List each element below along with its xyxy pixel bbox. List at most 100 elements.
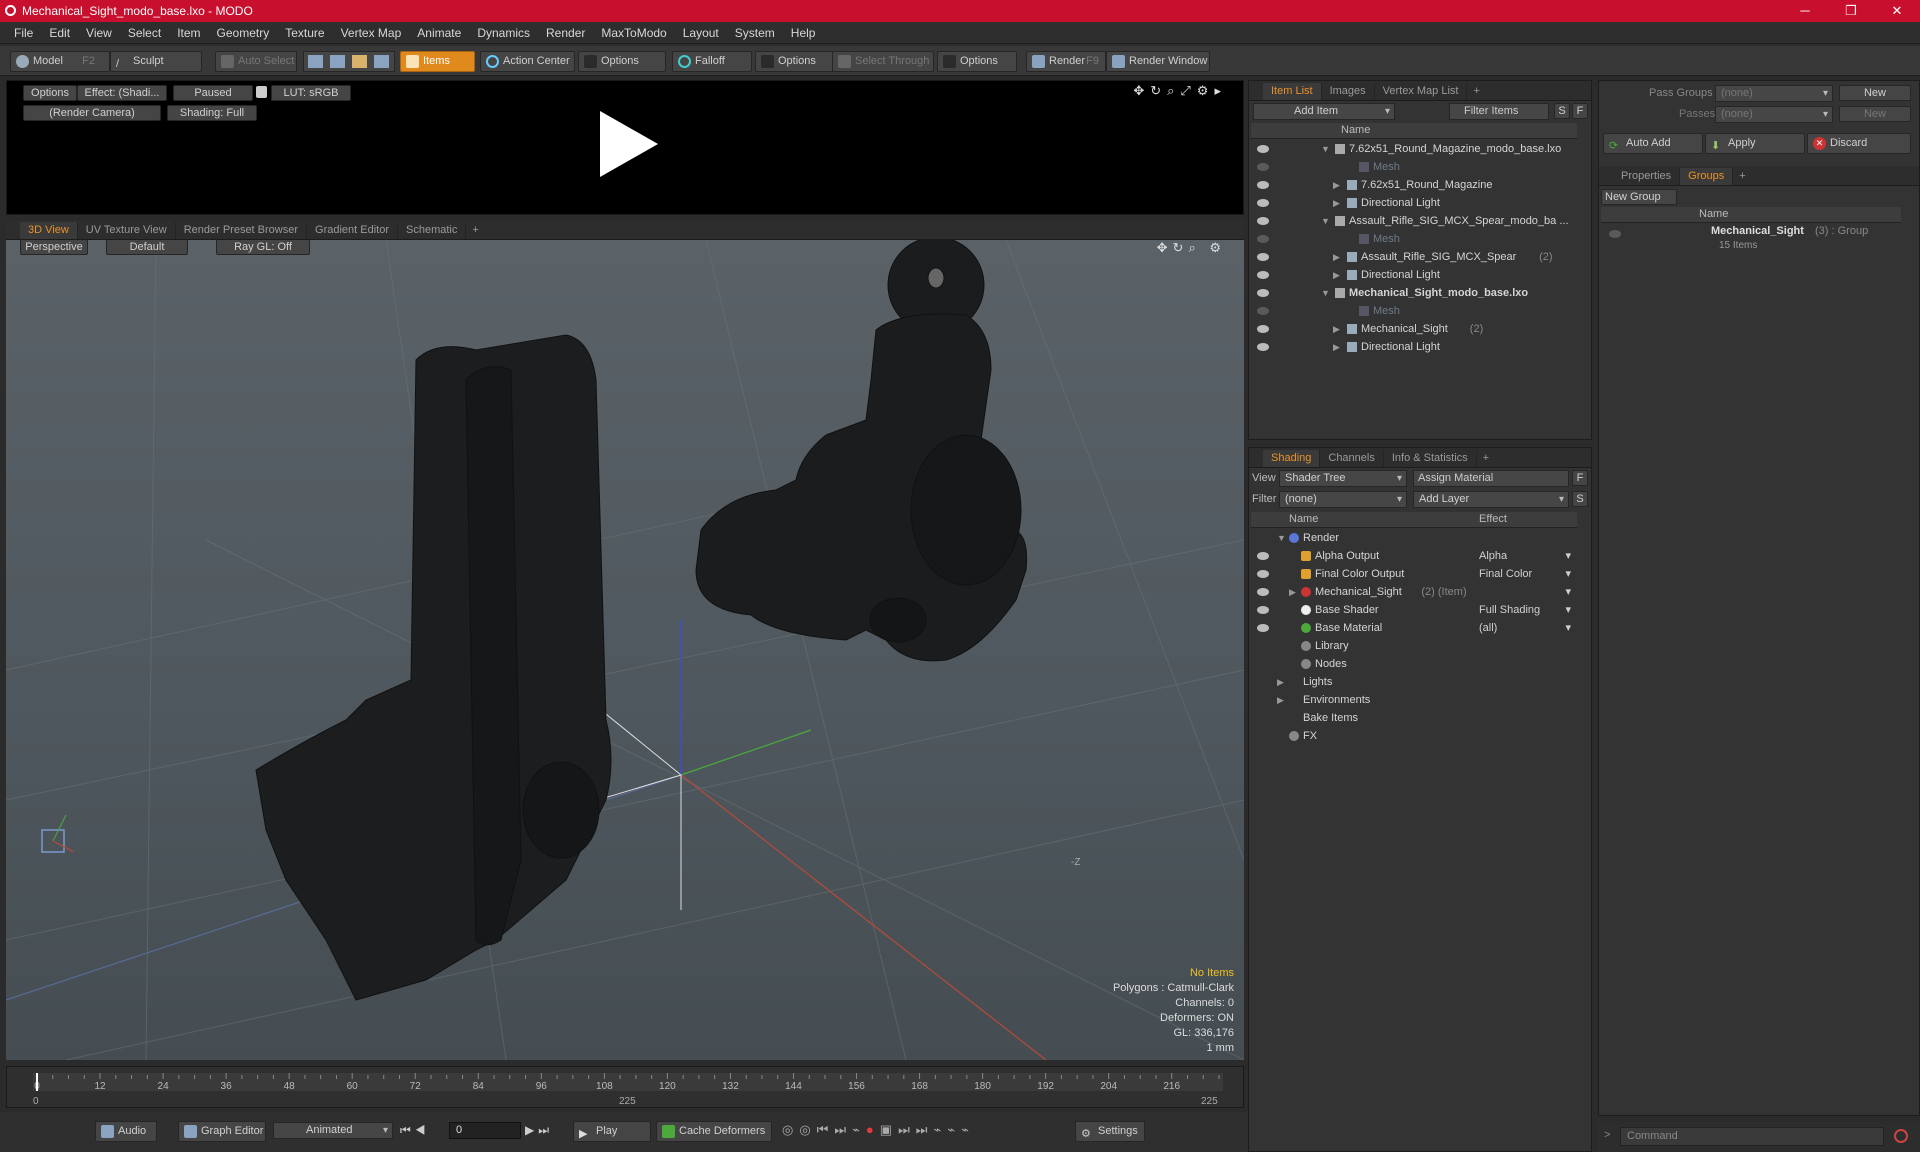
tab-gradient-editor[interactable]: Gradient Editor bbox=[307, 222, 398, 239]
eye-icon[interactable] bbox=[1257, 307, 1269, 315]
new-pass-group-button[interactable]: New bbox=[1839, 85, 1911, 101]
viewport-nav-icons[interactable]: ✥↻⌕ ⚙ bbox=[1157, 240, 1226, 256]
menu-file[interactable]: File bbox=[6, 26, 41, 40]
raygl-toggle[interactable]: Ray GL: Off bbox=[216, 240, 310, 255]
tab-uv-texture-view[interactable]: UV Texture View bbox=[78, 222, 176, 239]
expand-icon[interactable]: ▼ bbox=[1321, 140, 1330, 158]
effect-dropdown[interactable]: Final Color ▾ bbox=[1479, 565, 1575, 583]
render-button[interactable]: Render F9 bbox=[1026, 51, 1106, 72]
menu-animate[interactable]: Animate bbox=[409, 26, 469, 40]
record-icon[interactable] bbox=[1894, 1129, 1908, 1143]
item-s-button[interactable]: S bbox=[1554, 103, 1570, 119]
auto-select-button[interactable]: Auto Select bbox=[215, 51, 297, 72]
preview-options-button[interactable]: Options bbox=[23, 85, 77, 101]
skip-next-icons[interactable]: ▶⏭ bbox=[525, 1123, 553, 1138]
expand-icon[interactable]: ▶ bbox=[1277, 691, 1284, 709]
key-tools-icons[interactable]: ◎◎⏮⏭⌁●▣⏭⏭⌁⌁⌁ bbox=[782, 1122, 975, 1138]
animated-dropdown[interactable]: Animated bbox=[273, 1122, 393, 1139]
eye-icon[interactable] bbox=[1257, 235, 1269, 243]
eye-icon[interactable] bbox=[1257, 289, 1269, 297]
command-input[interactable]: Command bbox=[1620, 1127, 1884, 1146]
shader-row[interactable]: ▼ Render bbox=[1251, 529, 1577, 547]
filter-items-field[interactable]: Filter Items bbox=[1449, 103, 1549, 120]
effect-dropdown[interactable]: Effect: (Shadi... bbox=[77, 85, 167, 101]
tab-properties[interactable]: Properties bbox=[1613, 168, 1681, 185]
add-layer-dropdown[interactable]: Add Layer bbox=[1413, 491, 1569, 508]
lock-icon[interactable] bbox=[256, 86, 267, 98]
apply-button[interactable]: ⬇ Apply bbox=[1705, 133, 1805, 154]
add-tab-button[interactable]: + bbox=[466, 222, 484, 239]
collapse-icon[interactable]: ▶ bbox=[1333, 320, 1340, 338]
audio-button[interactable]: Audio bbox=[95, 1121, 157, 1142]
tab-groups[interactable]: Groups bbox=[1680, 168, 1734, 185]
shader-row[interactable]: FX bbox=[1251, 727, 1577, 745]
falloff-button[interactable]: Falloff bbox=[672, 51, 752, 72]
effect-dropdown[interactable]: Alpha ▾ bbox=[1479, 547, 1575, 565]
items-mode-button[interactable]: Items bbox=[400, 51, 475, 72]
graph-editor-button[interactable]: Graph Editor bbox=[178, 1121, 266, 1142]
tab-info-statistics[interactable]: Info & Statistics bbox=[1384, 450, 1477, 467]
action-center-button[interactable]: Action Center bbox=[480, 51, 575, 72]
tab-images[interactable]: Images bbox=[1322, 83, 1375, 100]
shader-row[interactable]: Alpha Output Alpha ▾ bbox=[1251, 547, 1577, 565]
tab-vertex-map-list[interactable]: Vertex Map List bbox=[1375, 83, 1468, 100]
default-style-dropdown[interactable]: Default bbox=[106, 240, 188, 255]
discard-button[interactable]: ✕ Discard bbox=[1807, 133, 1911, 154]
item-row[interactable]: ▶ Directional Light bbox=[1251, 194, 1577, 212]
menu-render[interactable]: Render bbox=[538, 26, 593, 40]
settings-button[interactable]: ⚙ Settings bbox=[1075, 1121, 1145, 1142]
eye-icon[interactable] bbox=[1257, 606, 1269, 614]
shader-row[interactable]: Final Color Output Final Color ▾ bbox=[1251, 565, 1577, 583]
tab-render-preset-browser[interactable]: Render Preset Browser bbox=[176, 222, 308, 239]
new-group-button[interactable]: New Group bbox=[1601, 189, 1677, 205]
render-window-button[interactable]: Render Window bbox=[1106, 51, 1210, 72]
shader-row[interactable]: Nodes bbox=[1251, 655, 1577, 673]
shader-row[interactable]: Base Shader Full Shading ▾ bbox=[1251, 601, 1577, 619]
play-button[interactable]: ▶ Play bbox=[573, 1121, 651, 1142]
maximize-button[interactable]: ❐ bbox=[1828, 0, 1874, 22]
eye-icon[interactable] bbox=[1257, 199, 1269, 207]
minimize-button[interactable]: ─ bbox=[1782, 0, 1828, 22]
add-tab-button[interactable]: + bbox=[1477, 450, 1495, 467]
edge-mode-icon[interactable] bbox=[330, 55, 345, 68]
menu-dynamics[interactable]: Dynamics bbox=[469, 26, 538, 40]
effect-dropdown[interactable]: Full Shading ▾ bbox=[1479, 601, 1575, 619]
item-row[interactable]: ▼ Assault_Rifle_SIG_MCX_Spear_modo_ba ... bbox=[1251, 212, 1577, 230]
eye-icon[interactable] bbox=[1257, 217, 1269, 225]
collapse-icon[interactable]: ▶ bbox=[1333, 248, 1340, 266]
play-icon[interactable] bbox=[592, 109, 662, 179]
polygon-mode-icon[interactable] bbox=[352, 55, 367, 68]
eye-icon[interactable] bbox=[1257, 624, 1269, 632]
expand-icon[interactable]: ▶ bbox=[1289, 583, 1296, 601]
group-row[interactable]: Mechanical_Sight (3) : Group 15 Items bbox=[1601, 224, 1901, 256]
menu-vertex-map[interactable]: Vertex Map bbox=[333, 26, 410, 40]
eye-icon[interactable] bbox=[1257, 145, 1269, 153]
auto-add-button[interactable]: ⟳ Auto Add bbox=[1603, 133, 1703, 154]
eye-icon[interactable] bbox=[1257, 588, 1269, 596]
expand-icon[interactable]: ▼ bbox=[1321, 284, 1330, 302]
sculpt-button[interactable]: / Sculpt bbox=[110, 51, 202, 72]
menu-geometry[interactable]: Geometry bbox=[209, 26, 278, 40]
cache-deformers-button[interactable]: Cache Deformers bbox=[656, 1121, 772, 1142]
shading-s-button[interactable]: S bbox=[1572, 491, 1588, 507]
shader-row[interactable]: ▶ Mechanical_Sight (2) (Item) ▾ bbox=[1251, 583, 1577, 601]
item-row[interactable]: ▼ 7.62x51_Round_Magazine_modo_base.lxo bbox=[1251, 140, 1577, 158]
collapse-icon[interactable]: ▶ bbox=[1333, 194, 1340, 212]
menu-help[interactable]: Help bbox=[783, 26, 824, 40]
effect-dropdown[interactable]: (all) ▾ bbox=[1479, 619, 1575, 637]
skip-prev-icons[interactable]: ⏮◀ bbox=[400, 1123, 430, 1138]
eye-icon[interactable] bbox=[1257, 163, 1269, 171]
eye-icon[interactable] bbox=[1257, 181, 1269, 189]
shading-f-button[interactable]: F bbox=[1572, 470, 1588, 486]
vertex-mode-icon[interactable] bbox=[308, 55, 323, 68]
item-row[interactable]: Mesh bbox=[1251, 302, 1577, 320]
shader-row[interactable]: Base Material (all) ▾ bbox=[1251, 619, 1577, 637]
menu-maxtomodo[interactable]: MaxToModo bbox=[593, 26, 674, 40]
item-row[interactable]: ▶ Directional Light bbox=[1251, 266, 1577, 284]
camera-dropdown[interactable]: (Render Camera) bbox=[23, 105, 161, 121]
timeline[interactable]: 0 12 24 36 48 60 72 84 96 108 120 132 144 156 168 180 19… bbox=[6, 1066, 1244, 1108]
collapse-icon[interactable]: ▶ bbox=[1333, 176, 1340, 194]
menu-system[interactable]: System bbox=[727, 26, 783, 40]
collapse-icon[interactable]: ▶ bbox=[1333, 338, 1340, 356]
pass-groups-dropdown[interactable]: (none) bbox=[1715, 85, 1833, 102]
